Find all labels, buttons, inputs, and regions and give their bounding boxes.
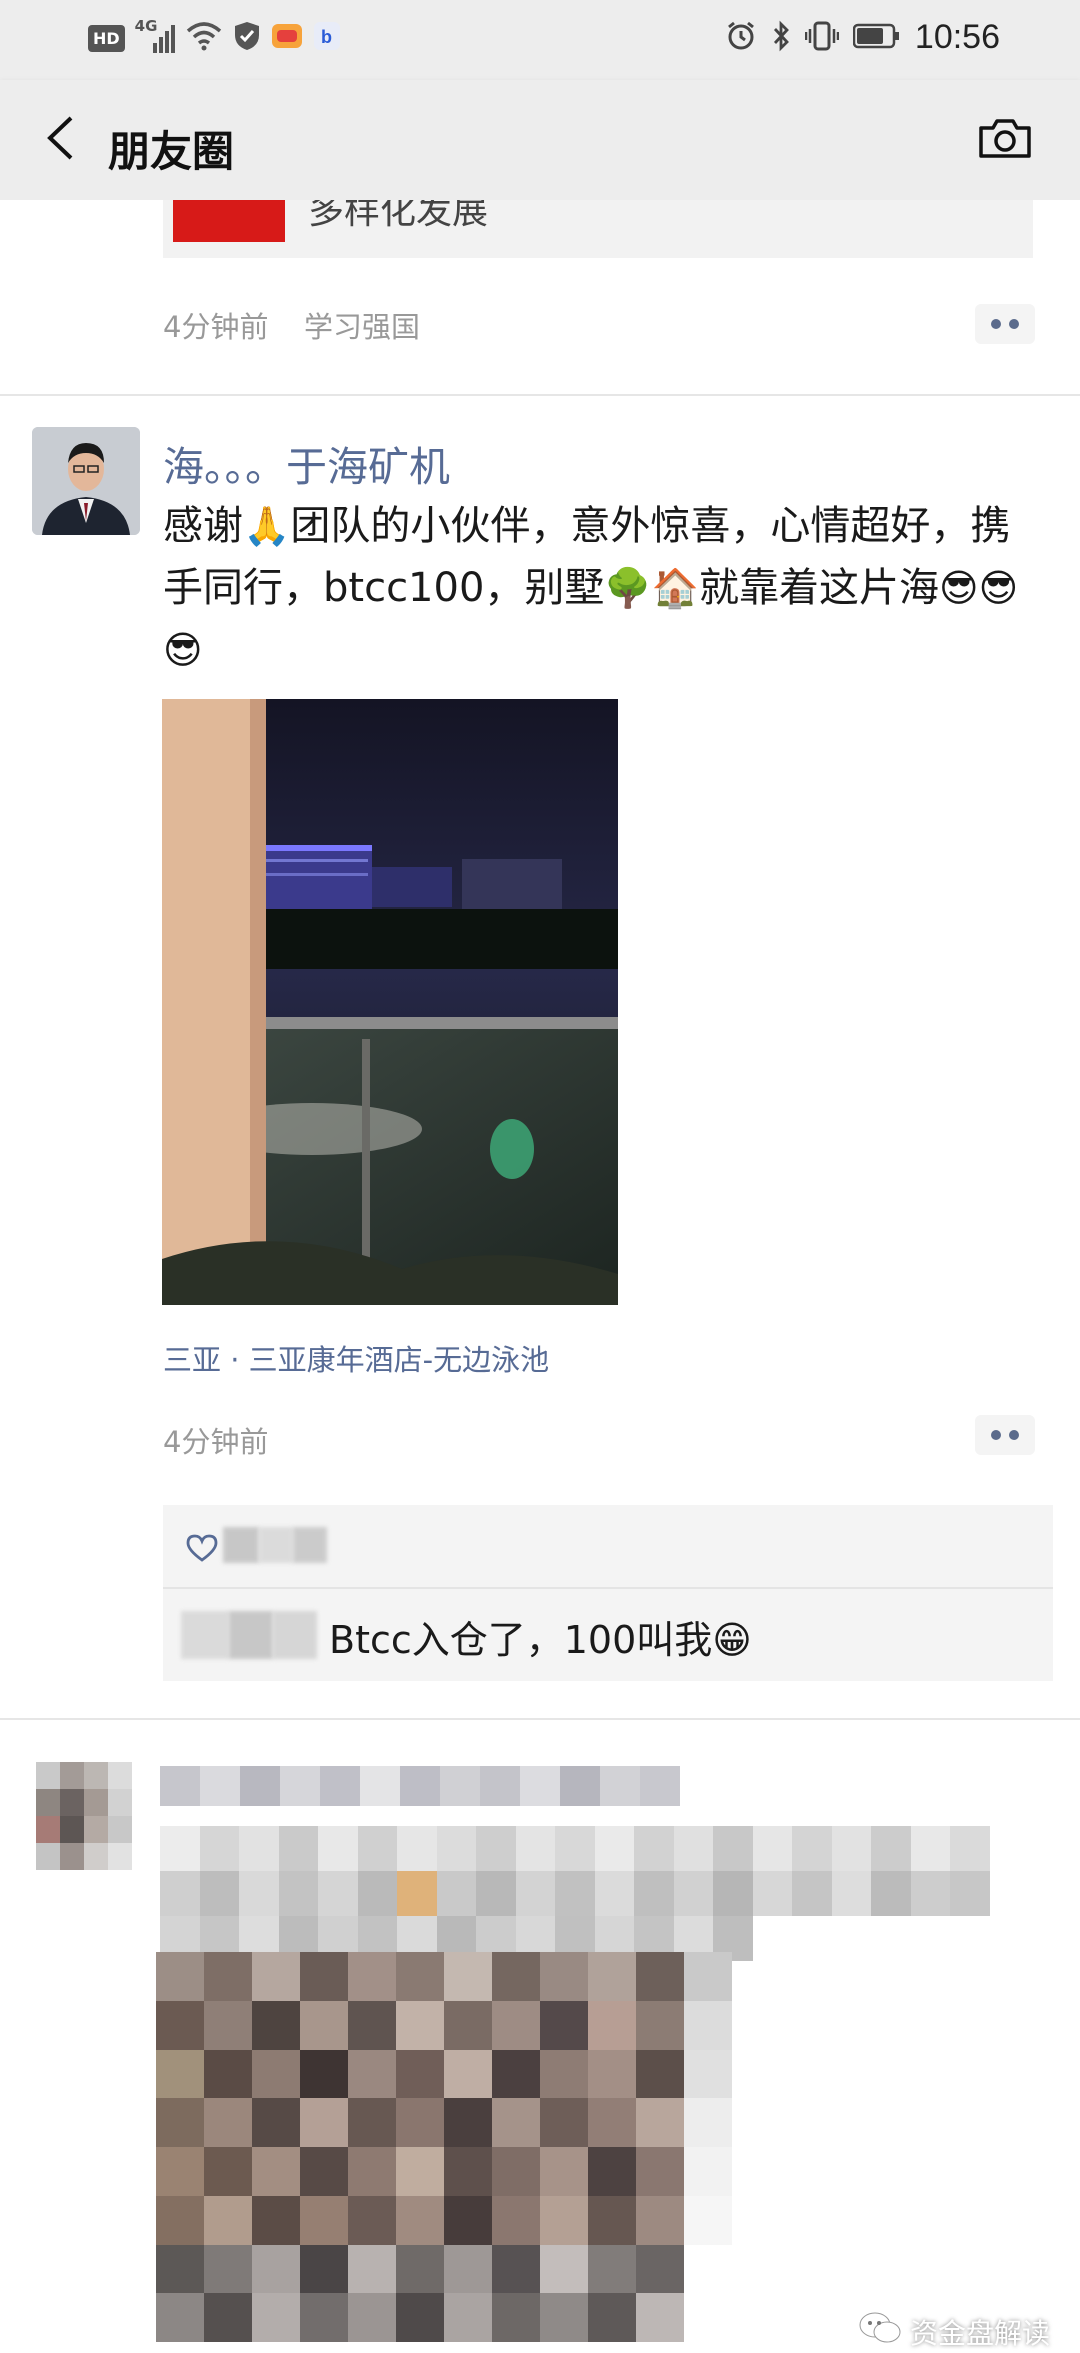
bluetooth-icon [771, 20, 791, 56]
blurred-liker-name [259, 1527, 293, 1563]
post-divider [0, 394, 1080, 396]
pixelated-post-photo[interactable] [156, 1952, 732, 2342]
account-watermark: 资金盘解读 [858, 2310, 1050, 2353]
page-title: 朋友圈 [108, 127, 235, 176]
comment-text: Btcc入仓了，100叫我😁 [329, 1618, 752, 1662]
status-time: 10:56 [914, 18, 1000, 56]
battery-icon [852, 23, 901, 53]
avatar[interactable] [32, 427, 140, 535]
folded-hands-emoji: 🙏 [243, 504, 291, 548]
shield-icon [233, 20, 261, 56]
more-actions-button[interactable] [975, 1415, 1035, 1455]
signal-icon: 4G [135, 17, 175, 55]
status-icons-left: HD 4G b [88, 17, 341, 56]
watermark-text: 资金盘解读 [909, 2316, 1050, 2350]
post-text: 感谢🙏团队的小伙伴，意外惊喜，心情超好，携手同行，btcc100，别墅🌳🏠就靠着… [163, 503, 1019, 672]
post-source-link[interactable]: 学习强国 [304, 304, 420, 346]
taobao-app-icon [271, 21, 303, 55]
blurred-liker-name [223, 1527, 259, 1563]
censored-moment-post [0, 1722, 1080, 2342]
svg-text:b: b [321, 27, 332, 47]
pixelated-avatar[interactable] [36, 1762, 132, 1870]
grinning-emoji: 😁 [712, 1618, 752, 1662]
shared-link-card[interactable]: 多样化发展 [163, 200, 1033, 258]
hd-badge: HD [88, 24, 125, 52]
wechat-logo-icon [858, 2310, 902, 2353]
moment-post: 海。。。于海矿机 感谢🙏团队的小伙伴，意外惊喜，心情超好，携手同行，btcc10… [0, 397, 1080, 1717]
post-location[interactable]: 三亚 · 三亚康年酒店-无边泳池 [163, 1337, 549, 1379]
shared-link-title: 多样化发展 [308, 200, 489, 232]
camera-icon [977, 116, 1033, 164]
previous-moment-post: 多样化发展 4分钟前 学习强国 [0, 200, 1080, 396]
more-actions-button[interactable] [975, 304, 1035, 344]
chevron-left-icon [45, 115, 75, 165]
tree-house-emoji: 🌳🏠 [604, 566, 700, 610]
avatar-image [32, 427, 140, 535]
blurred-commenter-name [229, 1611, 273, 1659]
shared-link-thumbnail [173, 200, 285, 242]
heart-icon [185, 1533, 219, 1567]
camera-button[interactable] [970, 110, 1040, 170]
status-bar: HD 4G b 10:56 [0, 0, 1080, 80]
blurred-commenter-name [181, 1611, 229, 1659]
vibrate-icon [804, 20, 840, 56]
likes-row [163, 1505, 1053, 1589]
likes-and-comments: Btcc入仓了，100叫我😁 [163, 1505, 1053, 1681]
more-dots-icon [991, 319, 1001, 329]
back-button[interactable] [30, 110, 90, 170]
comment-row[interactable]: Btcc入仓了，100叫我😁 [163, 1589, 1053, 1681]
alarm-icon [725, 20, 757, 56]
post-timestamp: 4分钟前 [163, 1425, 269, 1459]
post-divider [0, 1718, 1080, 1720]
wifi-icon [185, 21, 223, 55]
pixelated-author-name [160, 1766, 680, 1806]
top-navigation-bar: 朋友圈 [0, 80, 1080, 200]
more-dots-icon [991, 1430, 1001, 1440]
baidu-app-icon: b [313, 21, 341, 55]
post-timestamp: 4分钟前 [163, 310, 269, 344]
blurred-liker-name [293, 1527, 327, 1563]
post-photo[interactable] [162, 699, 618, 1305]
status-icons-right: 10:56 [725, 18, 1000, 57]
blurred-commenter-name [273, 1611, 317, 1659]
night-hotel-balcony-photo [162, 699, 618, 1305]
post-author-name[interactable]: 海。。。于海矿机 [163, 433, 450, 493]
